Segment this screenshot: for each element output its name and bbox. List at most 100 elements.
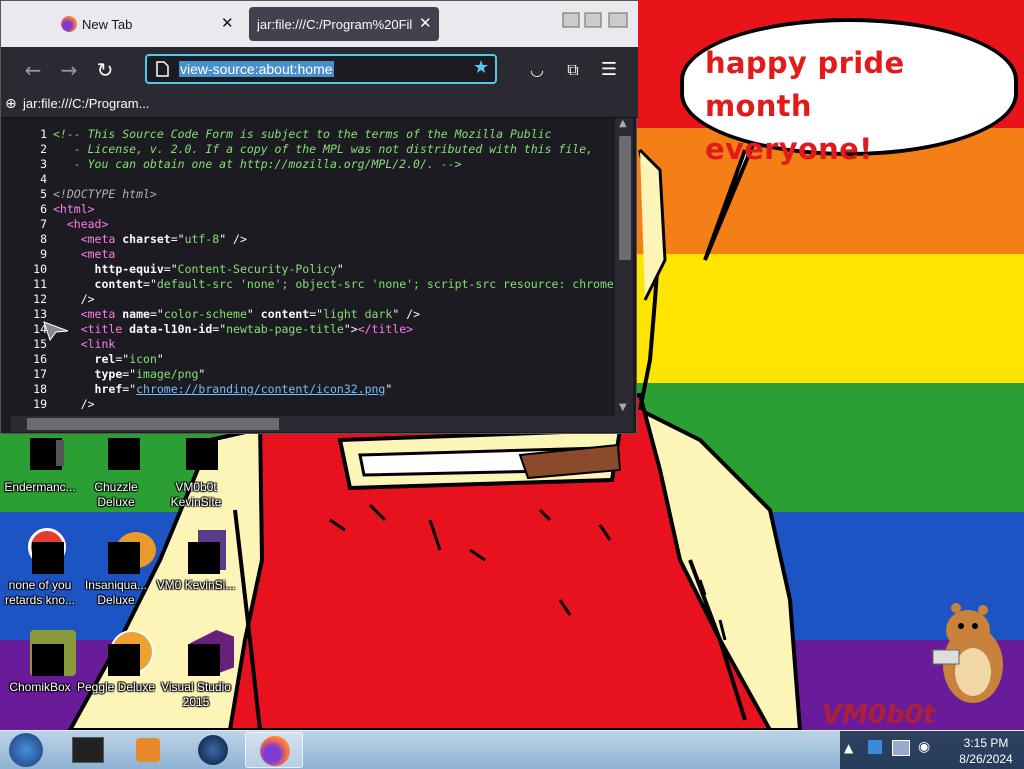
source-line: 16 rel="icon": [11, 352, 615, 367]
clock[interactable]: 3:15 PM 8/26/2024: [946, 735, 1024, 767]
taskbar-app-terminal[interactable]: [58, 732, 116, 768]
source-token: rel: [94, 352, 116, 366]
bookmark-item[interactable]: jar:file:///C:/Program...: [23, 96, 149, 111]
scrollbar-thumb[interactable]: [27, 418, 279, 430]
desktop-icon-insaniquarium[interactable]: Insaniqua... Deluxe: [76, 528, 156, 608]
source-token[interactable]: chrome://branding/content/icon32.png: [136, 382, 385, 396]
desktop-icon-chuzzle[interactable]: Chuzzle Deluxe: [76, 438, 156, 510]
firefox-window: New Tab ✕ jar:file:///C:/Program%20Files…: [0, 0, 638, 434]
horizontal-scrollbar[interactable]: [11, 416, 633, 432]
source-token: <title: [80, 322, 130, 336]
source-token: - License, v. 2.0. If a copy of the MPL …: [53, 142, 594, 156]
start-button[interactable]: [6, 731, 46, 769]
media-player-icon: [136, 738, 160, 762]
source-token: =": [115, 352, 130, 366]
source-token: default-src 'none'; object-src 'none'; s…: [156, 277, 614, 291]
extensions-icon[interactable]: ⧉: [559, 57, 587, 83]
clock-time: 3:15 PM: [963, 736, 1009, 750]
menu-icon[interactable]: ☰: [595, 57, 623, 83]
scroll-down-icon[interactable]: ▼: [619, 402, 627, 413]
line-number: 19: [33, 397, 47, 411]
source-line: 3 - You can obtain one at http://mozilla…: [11, 157, 615, 172]
desktop-icon-label: Visual Studio 2015: [161, 680, 231, 709]
reload-button[interactable]: ↻: [91, 57, 119, 83]
source-line: 5 <!DOCTYPE html>: [11, 187, 615, 202]
pocket-icon[interactable]: ◡: [523, 57, 551, 83]
source-token: - You can obtain one at http://mozilla.o…: [53, 157, 462, 171]
volume-icon[interactable]: ◉: [918, 739, 930, 755]
desktop-icon-vm0b0t-kevinsite[interactable]: VM0b0t KevinSite: [156, 438, 236, 510]
line-number: 17: [33, 367, 47, 381]
speech-line-2: everyone!: [705, 132, 873, 166]
desktop-icon-peggle[interactable]: Peggle Deluxe: [76, 630, 156, 695]
source-token: =": [122, 382, 137, 396]
source-token: ": [336, 262, 344, 276]
source-line: 14 <title data-l10n-id="newtab-page-titl…: [11, 322, 615, 337]
source-token: color-scheme: [163, 307, 247, 321]
source-token: [53, 307, 81, 321]
speech-bubble-text: happy pride month everyone!: [705, 42, 1005, 171]
tab-new-tab[interactable]: New Tab ✕: [49, 7, 241, 41]
source-token: </title>: [357, 322, 414, 336]
app-icon: [16, 630, 76, 678]
taskbar-app-globe[interactable]: [184, 732, 242, 768]
bookmark-star-icon[interactable]: ★: [473, 57, 489, 78]
source-token: <!-- This Source Code Form is subject to…: [53, 127, 552, 141]
source-token: <meta: [80, 232, 123, 246]
source-token: ": [198, 367, 206, 381]
source-token: />: [53, 292, 95, 306]
close-tab-icon[interactable]: ✕: [221, 14, 234, 32]
source-token: name: [122, 307, 150, 321]
source-token: content: [94, 277, 144, 291]
source-token: content: [260, 307, 310, 321]
app-icon: [172, 528, 226, 576]
line-number: 10: [33, 262, 47, 276]
source-token: <!DOCTYPE html>: [53, 187, 157, 201]
desktop-icon-none-of-you[interactable]: none of you retards kno...: [0, 528, 80, 608]
line-number: 3: [40, 157, 47, 171]
source-line: 18 href="chrome://branding/content/icon3…: [11, 382, 615, 397]
source-token: href: [94, 382, 123, 396]
desktop-icon-vm0-kevinsi[interactable]: VM0 KevinSi...: [156, 528, 236, 593]
source-token: data-l10n-id: [129, 322, 213, 336]
desktop-icon-endermanch[interactable]: Endermanc...: [0, 438, 80, 495]
source-token: />: [53, 397, 95, 411]
desktop-icon-visual-studio[interactable]: Visual Studio 2015: [156, 630, 236, 710]
scroll-up-icon[interactable]: ▲: [619, 118, 627, 129]
close-tab-icon[interactable]: ✕: [419, 14, 432, 32]
taskbar-app-firefox[interactable]: [245, 732, 303, 768]
source-token: =": [143, 277, 157, 291]
line-number: 5: [40, 187, 47, 201]
clock-date: 8/26/2024: [959, 752, 1013, 766]
show-hidden-icons-icon[interactable]: ▲: [844, 741, 853, 755]
network-icon[interactable]: [892, 740, 910, 756]
source-token: [53, 352, 95, 366]
tab-view-source[interactable]: jar:file:///C:/Program%20Files ✕: [249, 7, 439, 41]
source-line: 17 type="image/png": [11, 367, 615, 382]
system-tray: ▲ ◉ 3:15 PM 8/26/2024: [840, 731, 1024, 769]
navigation-toolbar: ← → ↻ view-source:about:home ★ ◡ ⧉ ☰: [1, 47, 638, 93]
mouse-cursor-icon: [43, 321, 69, 342]
source-token: type: [94, 367, 123, 381]
source-token: " />: [392, 307, 421, 321]
url-bar[interactable]: view-source:about:home ★: [145, 54, 497, 84]
desktop-icon-chomikbox[interactable]: ChomikBox: [0, 630, 80, 695]
tray-app-icon[interactable]: [868, 740, 882, 754]
source-line: 7 <head>: [11, 217, 615, 232]
line-number: 18: [33, 382, 47, 396]
app-icon: [92, 630, 154, 678]
app-icon: [172, 630, 234, 678]
close-window-icon: [608, 12, 628, 28]
taskbar-app-media[interactable]: [118, 732, 176, 768]
watermark-text: VM0b0t: [822, 700, 936, 730]
source-token: [53, 232, 81, 246]
speech-line-1: happy pride month: [705, 46, 905, 123]
url-text[interactable]: view-source:about:home: [179, 61, 334, 77]
source-view[interactable]: 1 <!-- This Source Code Form is subject t…: [11, 118, 615, 416]
source-token: =": [163, 262, 178, 276]
vertical-scrollbar[interactable]: ▲ ▼: [615, 118, 633, 416]
app-icon: [16, 528, 66, 576]
back-button[interactable]: ←: [19, 57, 47, 83]
scrollbar-thumb[interactable]: [619, 136, 631, 260]
forward-button[interactable]: →: [55, 57, 83, 83]
